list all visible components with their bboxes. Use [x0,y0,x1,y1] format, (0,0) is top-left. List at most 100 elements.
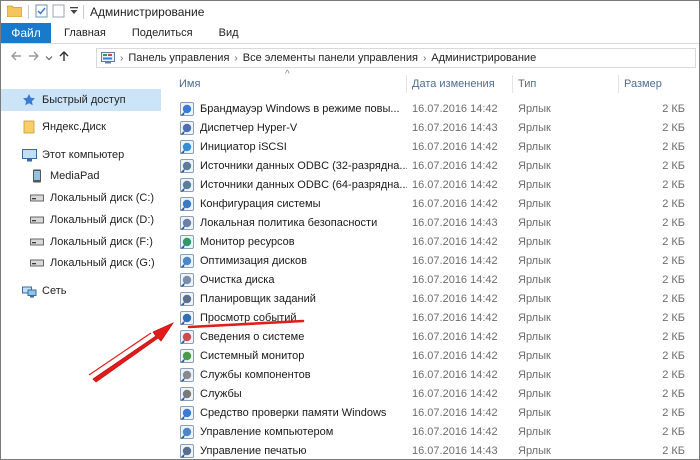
shortcut-icon [179,424,195,440]
table-row[interactable]: Конфигурация системы 16.07.2016 14:42 Ярлы… [173,194,699,213]
shortcut-icon [179,101,195,117]
nav-item-network[interactable]: Сеть [1,280,161,302]
shortcut-icon [179,253,195,269]
properties-icon[interactable] [35,4,48,21]
new-folder-icon[interactable] [52,4,65,21]
shortcut-icon [179,291,195,307]
file-name-cell: Источники данных ODBC (32-разрядна... [179,156,407,175]
table-row[interactable]: Оптимизация дисков 16.07.2016 14:42 Ярлык 2… [173,251,699,270]
file-name: Сведения о системе [200,331,305,344]
nav-item-drive-d[interactable]: Локальный диск (D:) [1,209,161,231]
column-header-type[interactable]: Тип [512,71,618,97]
table-row[interactable]: Управление печатью 16.07.2016 14:43 Ярлык 2… [173,442,699,459]
file-name-cell: Сведения о системе [179,328,407,347]
file-name: Локальная политика безопасности [200,216,378,229]
folder-icon[interactable] [6,4,23,20]
folder-icon [21,120,37,134]
file-type: Ярлык [518,293,551,305]
table-row[interactable]: Очистка диска 16.07.2016 14:42 Ярлык 2 КБ [173,270,699,289]
drive-icon [29,191,45,205]
file-date: 16.07.2016 14:42 [412,293,498,305]
window-title: Администрирование [90,5,205,19]
breadcrumb-control-panel[interactable]: Панель управления [128,52,229,64]
arrow-up-icon [59,50,69,61]
nav-item-label: Локальный диск (C:) [50,192,155,204]
tab-share[interactable]: Поделиться [119,23,206,43]
recent-locations-button[interactable] [43,50,55,65]
table-row[interactable]: Службы компонентов 16.07.2016 14:42 Ярлык 2… [173,366,699,385]
column-header-name[interactable]: Имя [173,71,406,97]
table-row[interactable]: Планировщик заданий 16.07.2016 14:42 Ярлык… [173,290,699,309]
table-row[interactable]: Просмотр событий 16.07.2016 14:42 Ярлык 2 К… [173,309,699,328]
file-type: Ярлык [518,426,551,439]
shortcut-icon [179,310,195,326]
breadcrumb-administration[interactable]: Администрирование [431,52,536,64]
tab-view[interactable]: Вид [206,23,252,43]
title-bar: Администрирование [1,1,699,23]
file-date: 16.07.2016 14:42 [412,254,498,267]
nav-item-mediapad[interactable]: MediaPad [1,165,161,187]
file-name: Управление компьютером [200,426,334,439]
file-date: 16.07.2016 14:42 [412,388,498,401]
nav-item-drive-g[interactable]: Локальный диск (G:) [1,252,161,274]
file-name: Управление печатью [200,445,307,458]
nav-item-yandex-disk[interactable]: Яндекс.Диск [1,116,161,138]
arrow-right-icon [29,51,39,60]
file-date: 16.07.2016 14:43 [412,445,498,458]
file-name: Службы компонентов [200,369,311,382]
forward-button[interactable] [25,50,43,65]
file-name: Источники данных ODBC (32-разрядна... [200,159,407,172]
file-name-cell: Службы [179,385,407,404]
file-name-cell: Службы компонентов [179,366,407,385]
table-row[interactable]: Системный монитор 16.07.2016 14:42 Ярлык 2 … [173,347,699,366]
file-size: 2 КБ [662,121,685,134]
nav-item-this-pc[interactable]: Этот компьютер [1,144,161,166]
file-name: Средство проверки памяти Windows [200,407,387,420]
shortcut-icon [179,443,195,459]
table-row[interactable]: Управление компьютером 16.07.2016 14:42 Яр… [173,423,699,442]
file-size: 2 КБ [662,369,685,382]
table-row[interactable]: Средство проверки памяти Windows 16.07.20… [173,404,699,423]
file-name: Монитор ресурсов [200,235,295,248]
column-header-date[interactable]: Дата изменения [406,71,512,97]
file-size: 2 КБ [662,254,685,267]
table-row[interactable]: Источники данных ODBC (64-разрядна... 16.… [173,175,699,194]
nav-item-drive-c[interactable]: Локальный диск (C:) [1,187,161,209]
file-type: Ярлык [518,216,551,229]
nav-item-label: Яндекс.Диск [42,121,106,133]
file-type: Ярлык [518,445,551,458]
file-name-cell: Инициатор iSCSI [179,137,407,156]
nav-item-quick-access[interactable]: Быстрый доступ [1,89,161,111]
table-row[interactable]: Локальная политика безопасности 16.07.201… [173,213,699,232]
file-size: 2 КБ [662,235,685,248]
file-name: Очистка диска [200,273,275,286]
breadcrumb-all-items[interactable]: Все элементы панели управления [243,52,418,64]
file-name-cell: Очистка диска [179,270,407,289]
file-name-cell: Управление компьютером [179,423,407,442]
back-button[interactable] [7,50,25,65]
table-row[interactable]: Инициатор iSCSI 16.07.2016 14:42 Ярлык 2 КБ [173,137,699,156]
up-button[interactable] [55,50,73,65]
tab-file[interactable]: Файл [1,23,51,43]
table-row[interactable]: Диспетчер Hyper-V 16.07.2016 14:43 Ярлык 2 … [173,118,699,137]
table-row[interactable]: Службы 16.07.2016 14:42 Ярлык 2 КБ [173,385,699,404]
address-bar[interactable]: › Панель управления › Все элементы панел… [96,48,696,68]
file-type: Ярлык [518,350,551,363]
column-header-size[interactable]: Размер [618,71,688,97]
nav-item-drive-f[interactable]: Локальный диск (F:) [1,231,161,253]
drive-icon [29,256,45,270]
chevron-right-icon: › [120,52,124,64]
table-row[interactable]: Брандмауэр Windows в режиме повы... 16.07… [173,99,699,118]
file-name: Источники данных ODBC (64-разрядна... [200,178,407,191]
file-name-cell: Управление печатью [179,442,407,459]
drive-icon [29,213,45,227]
file-size: 2 КБ [662,388,685,401]
arrow-left-icon [11,51,21,60]
shortcut-icon [179,234,195,250]
table-row[interactable]: Сведения о системе 16.07.2016 14:42 Ярлык 2… [173,328,699,347]
tab-home[interactable]: Главная [51,23,119,43]
drive-icon [29,235,45,249]
table-row[interactable]: Монитор ресурсов 16.07.2016 14:42 Ярлык 2 К… [173,232,699,251]
table-row[interactable]: Источники данных ODBC (32-разрядна... 16.… [173,156,699,175]
customize-toolbar-icon[interactable] [69,5,79,19]
